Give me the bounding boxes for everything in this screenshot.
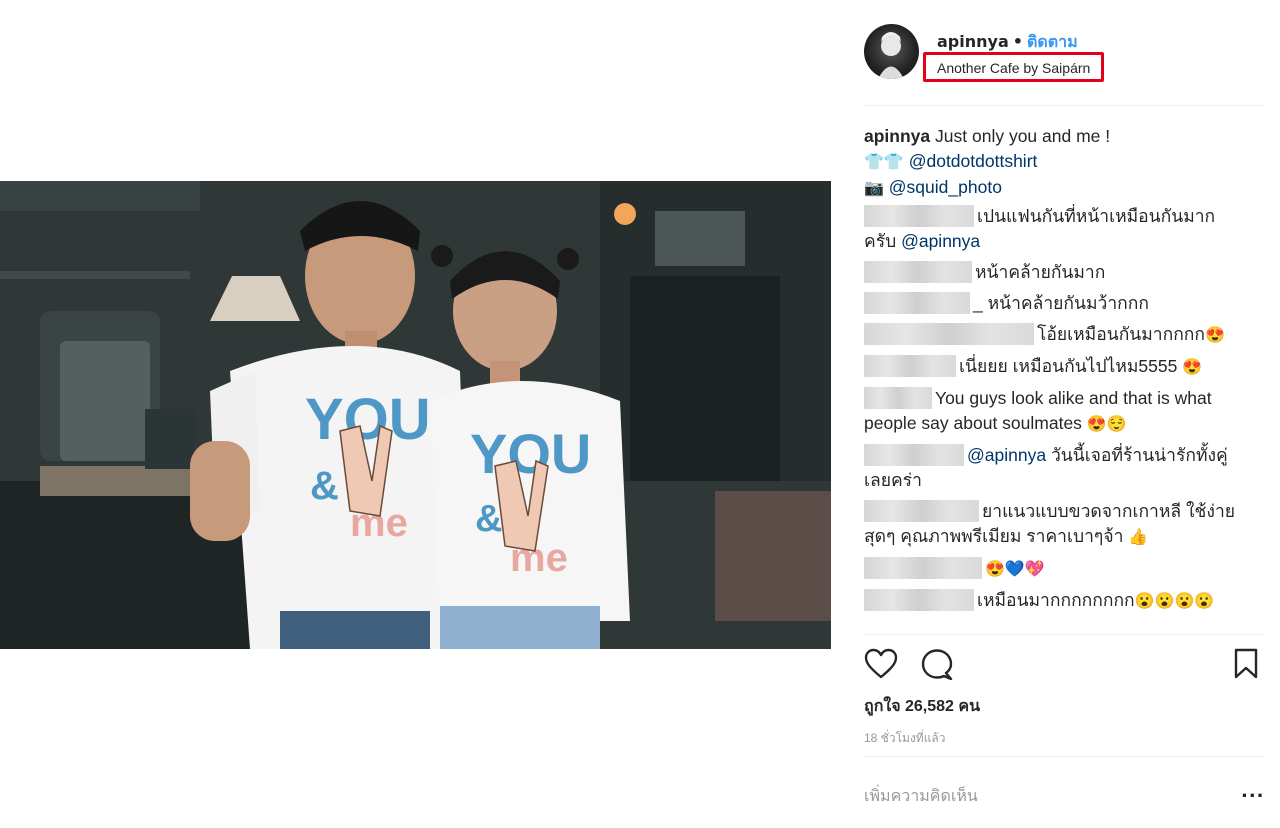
comment-item: เปนแฟนกันที่หน้าเหมือนกันมาก ครับ @apinn… [864, 204, 1236, 254]
caption-mention-dotdotdottshirt[interactable]: @dotdotdottshirt [909, 151, 1038, 171]
camera-emoji-icon: 📷 [864, 180, 884, 197]
header-divider [864, 105, 1264, 106]
comment-text: เหมือนมากกกกกกกก [977, 590, 1135, 610]
blurred-username [864, 205, 974, 227]
post-photo[interactable]: YOU & me YOU & me [0, 181, 831, 649]
blurred-username [864, 355, 956, 377]
avatar[interactable] [864, 24, 919, 79]
comment-item: โอ้ยเหมือนกันมากกกก😍 [864, 322, 1236, 348]
comment-item: You guys look alike and that is what peo… [864, 386, 1236, 437]
comments-list[interactable]: apinnya Just only you and me ! 👕👕 @dotdo… [864, 124, 1236, 630]
footer-divider [864, 756, 1264, 757]
comment-emoji: 😮😮😮😮 [1134, 593, 1215, 610]
blurred-username [864, 589, 974, 611]
bookmark-icon[interactable] [1234, 648, 1258, 684]
comment-item: 😍💙💖 [864, 556, 1236, 582]
avatar-image [878, 32, 904, 79]
post-caption: apinnya Just only you and me ! 👕👕 @dotdo… [864, 124, 1236, 201]
shirt-emoji-icon: 👕👕 [864, 154, 904, 171]
comment-item: เหมือนมากกกกกกกก😮😮😮😮 [864, 588, 1236, 614]
like-count[interactable]: ถูกใจ 26,582 คน [864, 694, 980, 719]
caption-mention-squid-photo[interactable]: @squid_photo [889, 177, 1002, 197]
blurred-username [864, 387, 932, 409]
comment-emoji: 😍 [1205, 327, 1225, 344]
comment-emoji: 😍💙💖 [985, 561, 1045, 578]
comment-item: เนี่ยยย เหมือนกันไปไหม5555 😍 [864, 354, 1236, 380]
caption-username[interactable]: apinnya [864, 126, 930, 146]
blurred-username [864, 292, 970, 314]
username-link[interactable]: apinnya [937, 32, 1009, 51]
blurred-username [864, 557, 982, 579]
comment-item: ยาแนวแบบขวดจากเกาหลี ใช้ง่ายสุดๆ คุณภาพพ… [864, 499, 1236, 550]
add-comment-input[interactable]: เพิ่มความคิดเห็น [864, 784, 978, 809]
comment-mention[interactable]: @apinnya [901, 231, 980, 251]
comment-text: โอ้ยเหมือนกันมากกกก [1037, 324, 1205, 344]
comment-text: _ หน้าคล้ายกันมว้ากกก [973, 293, 1149, 313]
shirt-print-you-1: YOU [305, 387, 431, 452]
comment-item: หน้าคล้ายกันมาก [864, 260, 1236, 285]
blurred-username [864, 261, 972, 283]
follow-button[interactable]: ติดตาม [1027, 32, 1078, 51]
comment-item: @apinnya วันนี้เจอที่ร้านน่ารักทั้งคู่เล… [864, 443, 1236, 493]
caption-line-2: 👕👕 @dotdotdottshirt [864, 149, 1236, 175]
shirt-print-you-2: YOU [470, 422, 591, 485]
shirt-print-amp-2: & [475, 498, 502, 540]
comment-item: _ หน้าคล้ายกันมว้ากกก [864, 291, 1236, 316]
header-separator: • [1012, 32, 1023, 51]
post-photo-illustration: YOU & me YOU & me [0, 181, 831, 649]
blurred-username [864, 323, 1034, 345]
shirt-print-amp-1: & [310, 464, 339, 508]
post-timestamp[interactable]: 18 ชั่วโมงที่แล้ว [864, 729, 946, 748]
comment-mention[interactable]: @apinnya [967, 445, 1046, 465]
comment-emoji: 😍😌 [1086, 416, 1127, 433]
post-actions [864, 648, 1258, 684]
heart-icon[interactable] [864, 648, 898, 684]
comment-text: เนี่ยยย เหมือนกันไปไหม5555 [959, 356, 1183, 376]
post-side-panel: apinnya • ติดตาม Another Cafe by Saipárn a… [864, 0, 1264, 828]
comment-icon[interactable] [920, 648, 954, 684]
caption-text: Just only you and me ! [935, 126, 1111, 146]
comment-emoji: 👍 [1128, 529, 1149, 546]
comment-text: หน้าคล้ายกันมาก [975, 262, 1106, 282]
comments-divider [864, 634, 1264, 635]
blurred-username [864, 500, 979, 522]
comment-emoji: 😍 [1182, 359, 1203, 376]
blurred-username [864, 444, 964, 466]
more-options-icon[interactable]: ... [1241, 781, 1265, 802]
location-link[interactable]: Another Cafe by Saipárn [923, 52, 1105, 82]
caption-line-3: 📷 @squid_photo [864, 175, 1236, 201]
